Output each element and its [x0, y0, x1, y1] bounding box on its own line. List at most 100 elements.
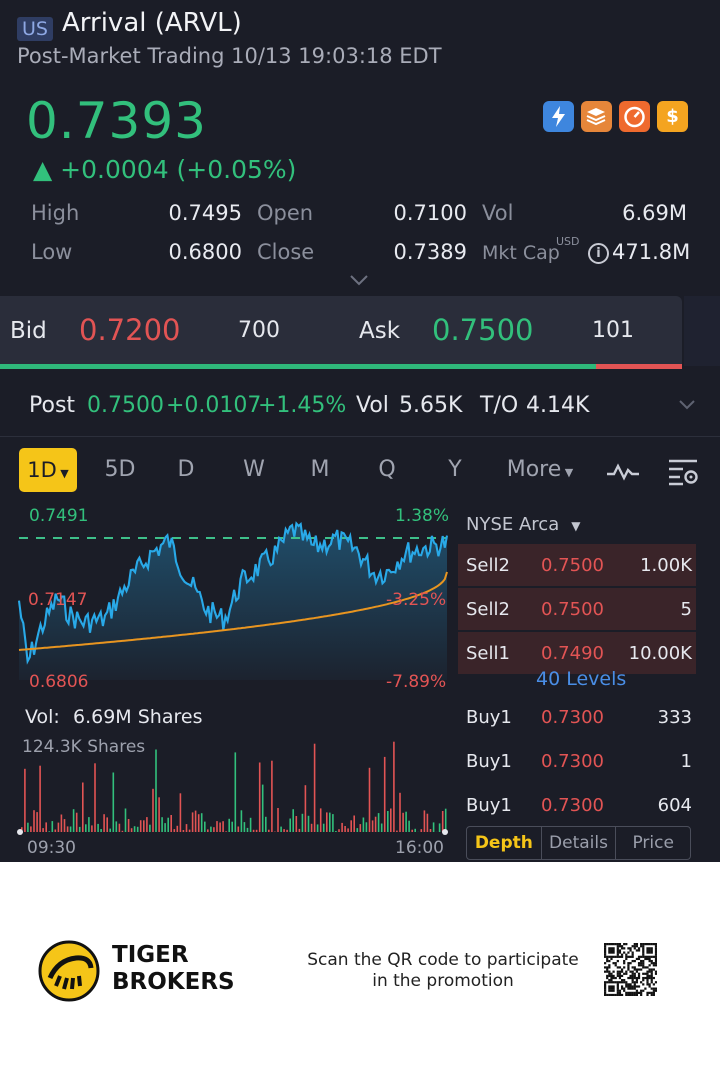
stack-icon[interactable]	[581, 101, 612, 132]
lightning-icon[interactable]	[543, 101, 574, 132]
volume-bar	[432, 822, 435, 832]
volume-bar	[164, 823, 166, 832]
volume-bar	[91, 825, 93, 832]
volume-bar	[374, 816, 377, 832]
tab-more[interactable]: More ▼	[500, 448, 580, 492]
volume-bar	[289, 818, 291, 832]
volume-bar	[54, 829, 57, 832]
volume-bar	[130, 828, 133, 832]
volume-bar	[292, 809, 294, 832]
volume-bar	[210, 826, 212, 832]
ask-level-row[interactable]: Sell2 0.7500 1.00K	[458, 544, 696, 586]
volume-bar	[301, 813, 304, 832]
qr-code-icon[interactable]	[604, 943, 657, 996]
bid-level-row[interactable]: Buy1 0.7300 1	[458, 740, 696, 782]
tab-year[interactable]: Y	[438, 448, 472, 492]
volume-bar	[307, 815, 310, 832]
post-change: +0.0107	[166, 393, 262, 418]
volume-bar	[344, 826, 346, 832]
tab-5d[interactable]: 5D	[96, 448, 144, 492]
gauge-icon[interactable]	[619, 101, 650, 132]
chevron-down-icon[interactable]	[678, 399, 696, 410]
volume-bar	[133, 826, 136, 832]
ask-label: Ask	[359, 318, 401, 344]
volume-bar	[353, 815, 355, 832]
volume-bar	[359, 824, 362, 832]
post-to-label: T/O	[480, 393, 519, 418]
volume-bar	[423, 810, 426, 832]
y-axis-high: 0.7491	[29, 506, 89, 526]
tab-1d[interactable]: 1D ▼	[19, 448, 77, 492]
bid-price: 0.7200	[79, 313, 181, 347]
volume-end-marker	[442, 829, 448, 835]
volume-bar	[24, 768, 26, 832]
chart-settings-icon[interactable]	[667, 458, 701, 486]
dollar-icon[interactable]: $	[657, 101, 688, 132]
high-label: High	[31, 201, 80, 225]
ask-level-row[interactable]: Sell2 0.7500 5	[458, 588, 696, 630]
chevron-down-icon[interactable]	[349, 274, 369, 286]
volume-bar	[146, 817, 148, 832]
volume-bar	[155, 749, 157, 832]
stock-title: Arrival (ARVL)	[62, 8, 242, 38]
bid-ask-side-panel	[684, 296, 720, 366]
volume-bar	[182, 830, 185, 832]
volume-bar	[350, 820, 352, 832]
volume-bar	[179, 793, 182, 832]
session-timestamp: Post-Market Trading 10/13 19:03:18 EDT	[17, 44, 442, 68]
volume-bar	[75, 812, 78, 832]
volume-bar	[60, 814, 63, 832]
volume-bar	[335, 831, 337, 832]
ask-ratio-bar	[596, 364, 682, 369]
vol-value: 6.69M	[622, 201, 687, 225]
volume-bar	[249, 817, 252, 832]
quote-screen: US Arrival (ARVL) Post-Market Trading 10…	[0, 0, 720, 862]
feature-badges: $	[543, 101, 688, 132]
volume-bar	[94, 763, 96, 832]
volume-bar	[161, 817, 163, 832]
indicator-icon[interactable]	[606, 460, 640, 482]
volume-total: 6.69M Shares	[73, 706, 203, 728]
mktcap-value: 471.8M	[612, 240, 691, 264]
exchange-selector[interactable]: NYSE Arca ▼	[466, 514, 580, 535]
volume-bar	[371, 820, 374, 832]
market-badge: US	[17, 17, 53, 41]
volume-bar	[356, 828, 359, 832]
volume-bar	[255, 829, 258, 832]
volume-bar	[194, 810, 197, 832]
bid-level-row[interactable]: Buy1 0.7300 333	[458, 696, 696, 738]
volume-bar	[57, 822, 60, 832]
tab-details[interactable]: Details	[542, 827, 617, 859]
volume-bar	[45, 822, 47, 832]
mktcap-currency: USD	[556, 235, 580, 248]
volume-bar	[51, 821, 54, 832]
volume-bar	[158, 797, 160, 832]
post-label: Post	[29, 393, 76, 418]
volume-bar	[185, 824, 188, 832]
volume-bar	[271, 760, 273, 832]
volume-bar	[338, 829, 340, 832]
volume-bar	[280, 826, 282, 832]
bid-level-row[interactable]: Buy1 0.7300 604	[458, 784, 696, 826]
post-market-row[interactable]: Post 0.7500 +0.0107 +1.45% Vol 5.65K T/O…	[0, 373, 720, 437]
tab-depth[interactable]: Depth	[467, 827, 542, 859]
volume-bar	[200, 813, 203, 832]
levels-link[interactable]: 40 Levels	[536, 668, 626, 690]
volume-bar	[393, 741, 395, 832]
volume-bar	[322, 823, 325, 832]
volume-bar	[234, 752, 237, 832]
tab-quarter[interactable]: Q	[370, 448, 404, 492]
close-value: 0.7389	[393, 240, 467, 264]
open-label: Open	[257, 201, 314, 225]
tab-week[interactable]: W	[234, 448, 274, 492]
quote-header: US Arrival (ARVL) Post-Market Trading 10…	[0, 0, 720, 295]
volume-bar	[347, 828, 349, 832]
info-icon[interactable]: i	[588, 243, 609, 264]
volume-bar	[310, 823, 313, 832]
high-value: 0.7495	[168, 201, 242, 225]
volume-bar	[365, 822, 368, 832]
tab-price[interactable]: Price	[616, 827, 690, 859]
tab-month[interactable]: M	[302, 448, 338, 492]
tab-day[interactable]: D	[168, 448, 204, 492]
bid-ask-panel[interactable]: Bid 0.7200 700 Ask 0.7500 101	[0, 296, 682, 366]
